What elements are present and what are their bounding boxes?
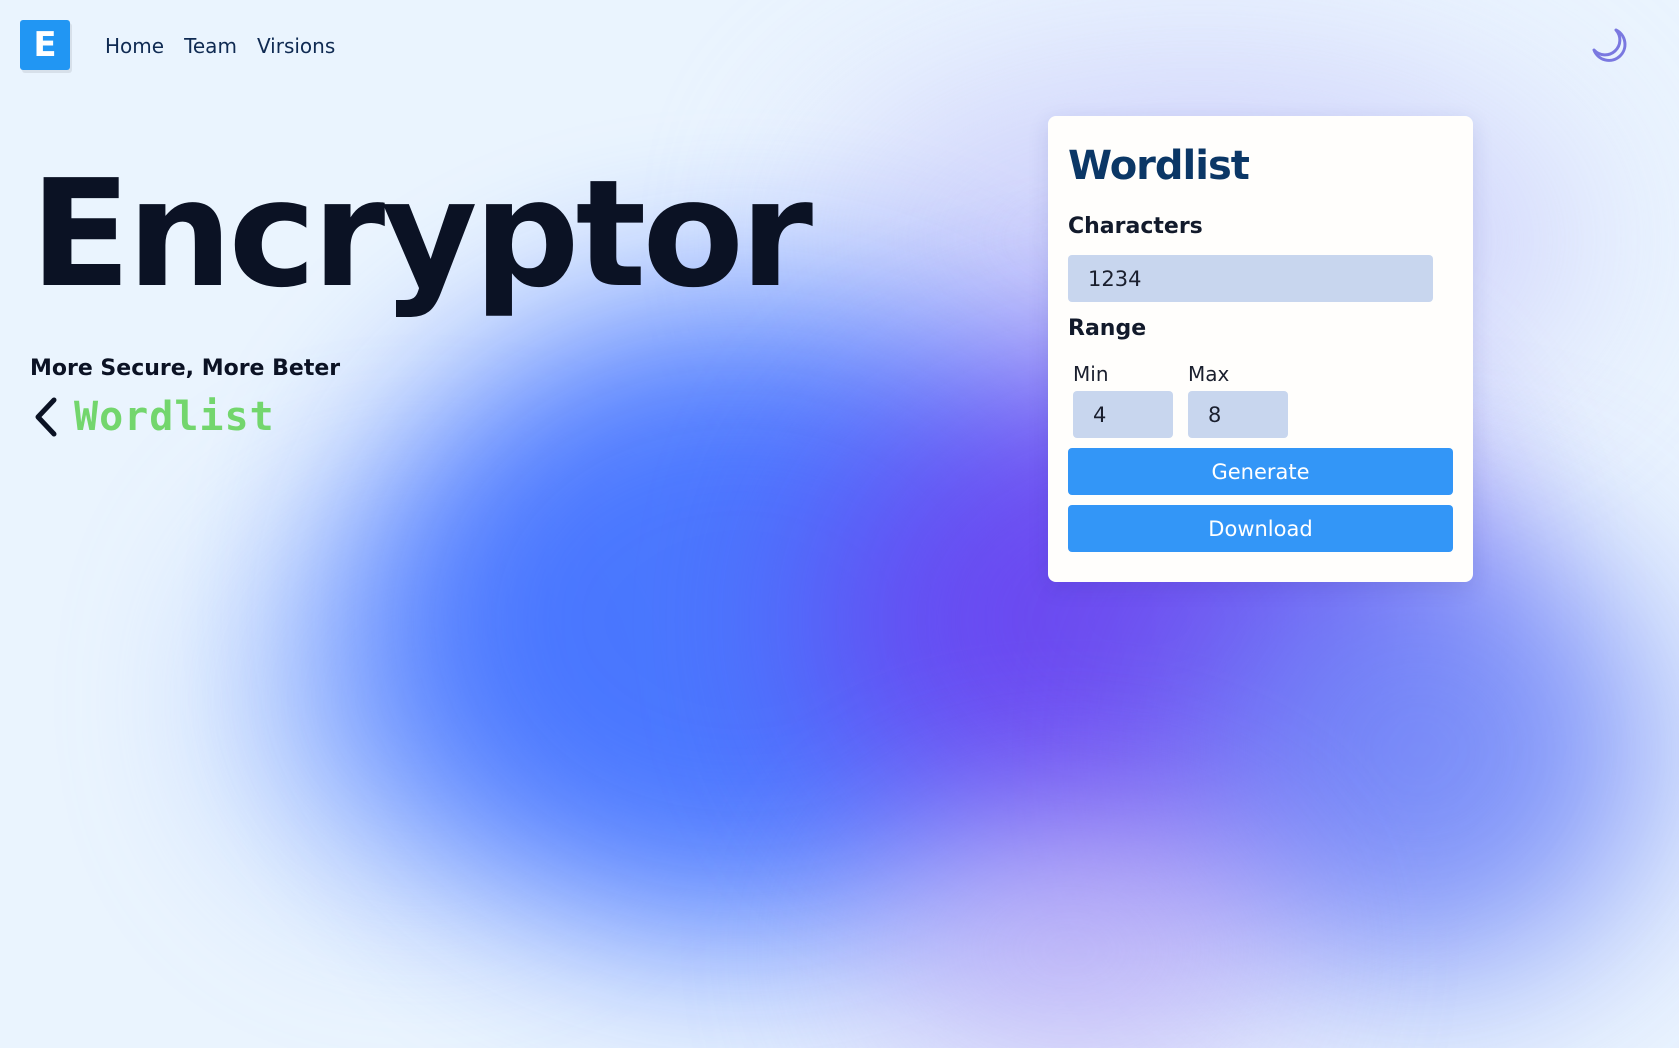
card-title: Wordlist xyxy=(1068,143,1250,189)
nav-versions-link[interactable]: Virsions xyxy=(257,34,335,58)
chevron-left-icon xyxy=(35,397,57,437)
logo-letter: E xyxy=(33,25,57,65)
hero-subtitle: More Secure, More Beter xyxy=(30,356,341,381)
moon-icon xyxy=(1592,28,1627,62)
min-input[interactable] xyxy=(1073,391,1173,438)
max-input[interactable] xyxy=(1188,391,1288,438)
generate-button[interactable]: Generate xyxy=(1068,448,1453,495)
max-label: Max xyxy=(1188,362,1230,386)
nav-home-link[interactable]: Home xyxy=(105,34,164,58)
nav-team-link[interactable]: Team xyxy=(184,34,237,58)
main-nav: Home Team Virsions xyxy=(105,34,335,58)
characters-input[interactable] xyxy=(1068,255,1433,302)
download-button[interactable]: Download xyxy=(1068,505,1453,552)
back-link-label: Wordlist xyxy=(74,394,275,440)
range-label: Range xyxy=(1068,316,1147,341)
min-label: Min xyxy=(1073,362,1109,386)
characters-label: Characters xyxy=(1068,214,1203,239)
hero-title: Encryptor xyxy=(30,148,813,320)
theme-toggle-button[interactable] xyxy=(1590,26,1630,66)
wordlist-card: Wordlist Characters Range Min Max Genera… xyxy=(1048,116,1473,582)
logo[interactable]: E xyxy=(20,20,70,70)
back-to-wordlist-link[interactable]: Wordlist xyxy=(30,394,275,440)
